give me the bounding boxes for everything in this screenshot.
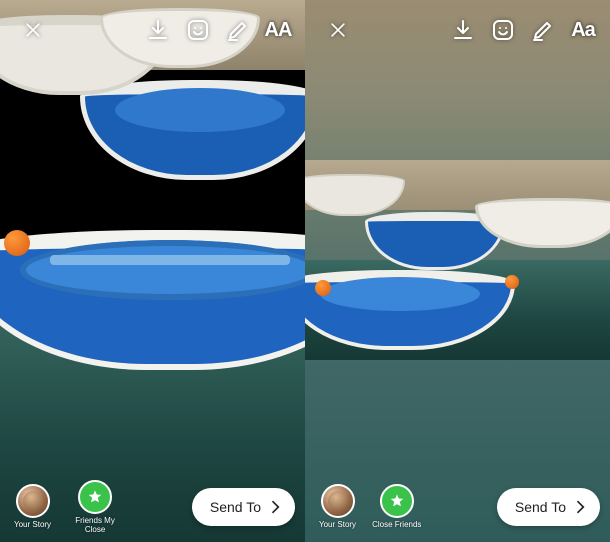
- chevron-right-icon: [265, 497, 285, 517]
- close-button[interactable]: [16, 13, 50, 47]
- draw-button[interactable]: [221, 13, 255, 47]
- editor-toolbar: Aa: [305, 10, 610, 50]
- close-friends-label: Friends My Close: [67, 517, 123, 535]
- close-friends-badge: [78, 480, 112, 514]
- send-to-label: Send To: [515, 499, 566, 515]
- your-story-label: Your Story: [319, 521, 356, 530]
- sticker-button[interactable]: [486, 13, 520, 47]
- story-editor-full: AA Your Story Friends My Close Send To: [0, 0, 305, 542]
- share-bar: Your Story Friends My Close Send To: [0, 480, 305, 534]
- avatar: [16, 484, 50, 518]
- share-bar: Your Story Close Friends Send To: [305, 480, 610, 534]
- story-photo[interactable]: [0, 0, 305, 542]
- sticker-icon: [186, 18, 210, 42]
- text-icon-label: Aa: [571, 19, 595, 42]
- your-story-button[interactable]: Your Story: [319, 484, 356, 530]
- send-to-button[interactable]: Send To: [497, 488, 600, 526]
- draw-icon: [531, 18, 555, 42]
- save-button[interactable]: [141, 13, 175, 47]
- star-icon: [87, 489, 103, 505]
- draw-icon: [226, 18, 250, 42]
- story-editor-fit: Aa Your Story Close Friends Send To: [305, 0, 610, 542]
- close-icon: [328, 20, 348, 40]
- close-friends-badge: [380, 484, 414, 518]
- save-button[interactable]: [446, 13, 480, 47]
- close-icon: [23, 20, 43, 40]
- close-friends-label: Close Friends: [372, 521, 421, 530]
- close-friends-button[interactable]: Close Friends: [372, 484, 421, 530]
- editor-toolbar: AA: [0, 10, 305, 50]
- sticker-button[interactable]: [181, 13, 215, 47]
- close-button[interactable]: [321, 13, 355, 47]
- your-story-button[interactable]: Your Story: [14, 484, 51, 530]
- send-to-label: Send To: [210, 499, 261, 515]
- chevron-right-icon: [570, 497, 590, 517]
- text-button[interactable]: AA: [261, 13, 295, 47]
- draw-button[interactable]: [526, 13, 560, 47]
- download-icon: [146, 18, 170, 42]
- sticker-icon: [491, 18, 515, 42]
- text-icon-label: AA: [265, 19, 292, 42]
- text-button[interactable]: Aa: [566, 13, 600, 47]
- story-photo[interactable]: [305, 160, 610, 360]
- send-to-button[interactable]: Send To: [192, 488, 295, 526]
- your-story-label: Your Story: [14, 521, 51, 530]
- download-icon: [451, 18, 475, 42]
- avatar: [321, 484, 355, 518]
- close-friends-button[interactable]: Friends My Close: [67, 480, 123, 535]
- star-icon: [389, 493, 405, 509]
